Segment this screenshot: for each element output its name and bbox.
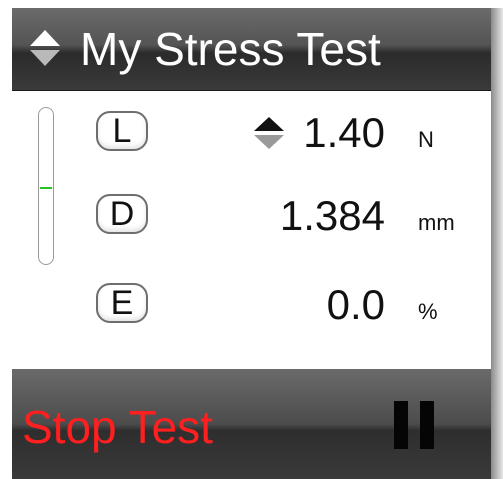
strain-value: 0.0 [326, 281, 385, 328]
load-value: 1.40 [303, 109, 385, 156]
footer-bar: Stop Test [12, 369, 491, 479]
readings-panel: L 1.40 N D 1.384 mm E 0.0 % [12, 91, 491, 369]
load-unit: N [418, 127, 434, 152]
header-bar: My Stress Test [12, 8, 491, 91]
window-edge [491, 8, 503, 479]
reading-row-displacement: D 1.384 mm [12, 188, 491, 244]
pause-icon[interactable] [392, 401, 436, 449]
sort-up-down-icon[interactable] [28, 28, 62, 68]
page-title: My Stress Test [80, 23, 381, 75]
pause-bar-right [420, 401, 434, 449]
stop-test-button[interactable]: Stop Test [22, 399, 213, 455]
load-key-button[interactable]: L [96, 111, 148, 151]
strain-key-button[interactable]: E [96, 283, 148, 323]
displacement-key-button[interactable]: D [96, 194, 148, 234]
displacement-value: 1.384 [279, 192, 385, 239]
stress-test-panel: My Stress Test L 1.40 N D 1.384 mm E 0.0… [12, 8, 491, 479]
pause-bar-left [394, 401, 408, 449]
displacement-unit: mm [418, 210, 455, 235]
reading-row-load: L 1.40 N [12, 105, 491, 161]
reading-row-strain: E 0.0 % [12, 277, 491, 333]
sort-up-down-icon[interactable] [252, 115, 286, 151]
strain-unit: % [418, 299, 438, 324]
